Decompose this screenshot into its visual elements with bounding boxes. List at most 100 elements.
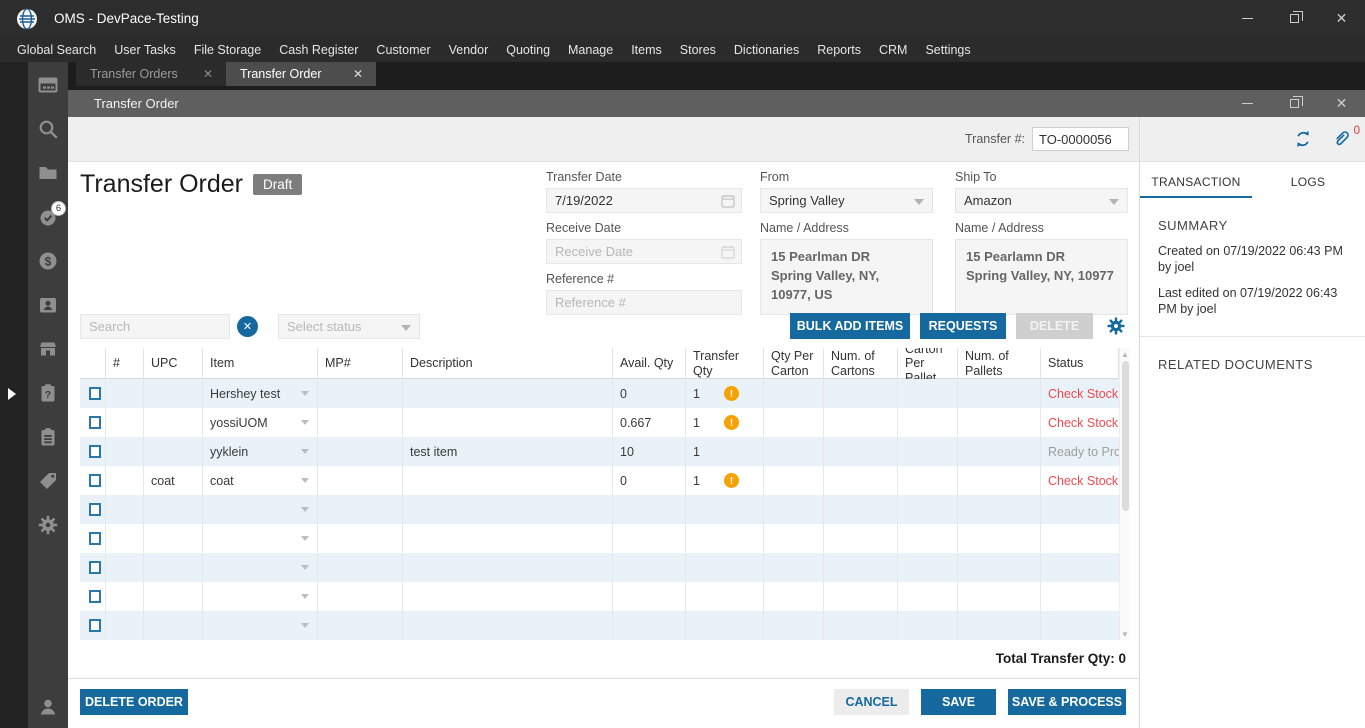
cell-upc[interactable] bbox=[144, 553, 203, 582]
cell-description[interactable] bbox=[403, 408, 613, 437]
tag-icon[interactable] bbox=[37, 470, 59, 492]
cell-item[interactable]: Hershey test bbox=[203, 379, 318, 408]
tab-close-icon[interactable]: ✕ bbox=[350, 67, 366, 81]
item-dropdown-icon[interactable] bbox=[301, 536, 309, 541]
item-dropdown-icon[interactable] bbox=[301, 478, 309, 483]
cell-item[interactable] bbox=[203, 611, 318, 640]
attachments-icon[interactable]: 0 bbox=[1331, 129, 1351, 149]
cell-num-cartons[interactable] bbox=[824, 495, 898, 524]
cancel-button[interactable]: CANCEL bbox=[834, 689, 909, 715]
item-dropdown-icon[interactable] bbox=[301, 391, 309, 396]
cell-description[interactable] bbox=[403, 553, 613, 582]
save-and-process-button[interactable]: SAVE & PROCESS bbox=[1008, 689, 1126, 715]
cell-upc[interactable] bbox=[144, 408, 203, 437]
scrollbar-thumb[interactable] bbox=[1122, 361, 1129, 511]
refresh-icon[interactable] bbox=[1293, 129, 1313, 149]
cell-carton-per-pallet[interactable] bbox=[898, 524, 958, 553]
ship-to-select[interactable]: Amazon bbox=[955, 188, 1128, 213]
cell-description[interactable] bbox=[403, 582, 613, 611]
menu-item-cash-register[interactable]: Cash Register bbox=[270, 37, 367, 62]
cell-num-pallets[interactable] bbox=[958, 408, 1041, 437]
cell-mp[interactable] bbox=[318, 524, 403, 553]
menu-item-quoting[interactable]: Quoting bbox=[497, 37, 559, 62]
cell-num-cartons[interactable] bbox=[824, 379, 898, 408]
requests-button[interactable]: REQUESTS bbox=[920, 313, 1006, 339]
menu-item-stores[interactable]: Stores bbox=[671, 37, 725, 62]
cell-num-pallets[interactable] bbox=[958, 611, 1041, 640]
row-checkbox[interactable] bbox=[89, 532, 101, 545]
cell-upc[interactable] bbox=[144, 437, 203, 466]
menu-item-settings[interactable]: Settings bbox=[916, 37, 979, 62]
user-icon[interactable] bbox=[37, 696, 59, 718]
cell-num-cartons[interactable] bbox=[824, 582, 898, 611]
search-icon[interactable] bbox=[37, 118, 59, 140]
cell-qty-per-carton[interactable] bbox=[764, 466, 824, 495]
row-checkbox[interactable] bbox=[89, 619, 101, 632]
cell-num-cartons[interactable] bbox=[824, 408, 898, 437]
cell-description[interactable] bbox=[403, 379, 613, 408]
row-checkbox[interactable] bbox=[89, 416, 101, 429]
cell-carton-per-pallet[interactable] bbox=[898, 379, 958, 408]
cell-transfer-qty[interactable] bbox=[686, 553, 764, 582]
cell-carton-per-pallet[interactable] bbox=[898, 611, 958, 640]
clear-search-icon[interactable]: ✕ bbox=[237, 316, 258, 337]
cell-description[interactable]: test item bbox=[403, 437, 613, 466]
tab-transfer-order[interactable]: Transfer Order✕ bbox=[226, 62, 376, 86]
cell-description[interactable] bbox=[403, 466, 613, 495]
search-input[interactable] bbox=[80, 314, 230, 339]
cell-upc[interactable] bbox=[144, 379, 203, 408]
cell-transfer-qty[interactable] bbox=[686, 611, 764, 640]
cell-num-pallets[interactable] bbox=[958, 466, 1041, 495]
cell-qty-per-carton[interactable] bbox=[764, 582, 824, 611]
cell-mp[interactable] bbox=[318, 582, 403, 611]
close-icon[interactable]: ✕ bbox=[1318, 0, 1365, 37]
cell-qty-per-carton[interactable] bbox=[764, 437, 824, 466]
store-icon[interactable] bbox=[37, 338, 59, 360]
menu-item-vendor[interactable]: Vendor bbox=[440, 37, 498, 62]
item-dropdown-icon[interactable] bbox=[301, 594, 309, 599]
cell-description[interactable] bbox=[403, 524, 613, 553]
cell-description[interactable] bbox=[403, 611, 613, 640]
cell-num-cartons[interactable] bbox=[824, 524, 898, 553]
cell-item[interactable] bbox=[203, 582, 318, 611]
transfer-date-input[interactable]: 7/19/2022 bbox=[546, 188, 742, 213]
table-scrollbar[interactable]: ▲ ▼ bbox=[1119, 348, 1130, 640]
cell-transfer-qty[interactable] bbox=[686, 582, 764, 611]
tasks-check-icon[interactable]: 6 bbox=[37, 206, 59, 228]
row-checkbox[interactable] bbox=[89, 387, 101, 400]
delete-order-button[interactable]: DELETE ORDER bbox=[80, 689, 188, 715]
dashboard-icon[interactable] bbox=[37, 74, 59, 96]
scroll-down-icon[interactable]: ▼ bbox=[1120, 628, 1130, 640]
panel-tab-transaction[interactable]: TRANSACTION bbox=[1140, 162, 1252, 198]
cell-num-pallets[interactable] bbox=[958, 582, 1041, 611]
cell-transfer-qty[interactable]: 1 bbox=[686, 437, 764, 466]
cell-num-pallets[interactable] bbox=[958, 553, 1041, 582]
cell-upc[interactable] bbox=[144, 611, 203, 640]
cell-carton-per-pallet[interactable] bbox=[898, 553, 958, 582]
cell-num-pallets[interactable] bbox=[958, 379, 1041, 408]
cell-num-pallets[interactable] bbox=[958, 437, 1041, 466]
grid-settings-gear-icon[interactable] bbox=[1106, 316, 1126, 336]
cell-upc[interactable] bbox=[144, 582, 203, 611]
cell-qty-per-carton[interactable] bbox=[764, 611, 824, 640]
contact-card-icon[interactable] bbox=[37, 294, 59, 316]
row-checkbox[interactable] bbox=[89, 503, 101, 516]
row-checkbox[interactable] bbox=[89, 561, 101, 574]
inner-minimize-icon[interactable] bbox=[1224, 90, 1271, 117]
cell-carton-per-pallet[interactable] bbox=[898, 408, 958, 437]
status-filter-select[interactable]: Select status bbox=[278, 314, 420, 339]
transfer-number-input[interactable] bbox=[1032, 127, 1129, 151]
menu-item-global-search[interactable]: Global Search bbox=[8, 37, 105, 62]
row-checkbox[interactable] bbox=[89, 474, 101, 487]
menu-item-dictionaries[interactable]: Dictionaries bbox=[725, 37, 808, 62]
inner-close-icon[interactable]: ✕ bbox=[1318, 90, 1365, 117]
cell-upc[interactable] bbox=[144, 524, 203, 553]
cell-num-cartons[interactable] bbox=[824, 466, 898, 495]
save-button[interactable]: SAVE bbox=[921, 689, 996, 715]
cell-item[interactable] bbox=[203, 495, 318, 524]
cell-num-pallets[interactable] bbox=[958, 495, 1041, 524]
menu-item-user-tasks[interactable]: User Tasks bbox=[105, 37, 185, 62]
receive-date-input[interactable]: Receive Date bbox=[546, 239, 742, 264]
menu-item-file-storage[interactable]: File Storage bbox=[185, 37, 270, 62]
menu-item-crm[interactable]: CRM bbox=[870, 37, 916, 62]
